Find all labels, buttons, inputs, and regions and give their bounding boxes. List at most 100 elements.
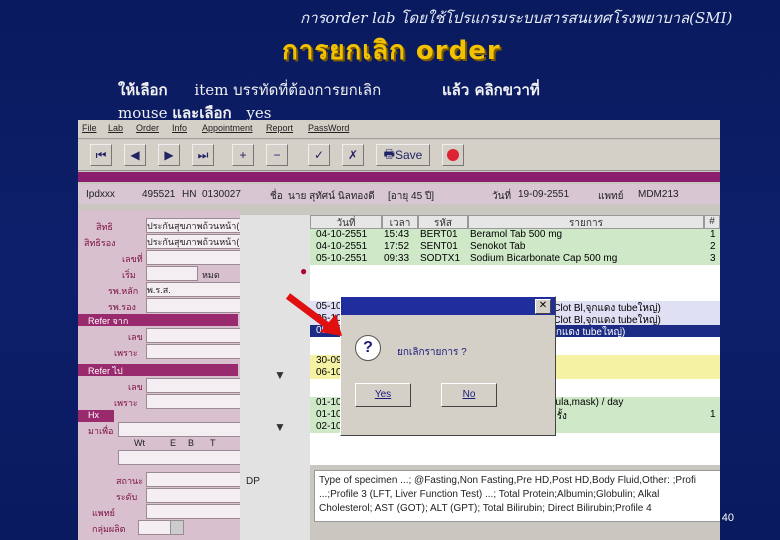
arrow-shaft [285,293,331,329]
row-date: 04-10-2551 [316,229,368,240]
row-item: Beramol Tab 500 mg [470,229,563,240]
check-icon: ✓ [313,148,325,162]
save-label: Save [394,148,423,162]
date-value: 19-09-2551 [518,189,570,200]
row-qty: 1 [710,409,716,420]
menu-appointment[interactable]: Appointment [202,123,253,133]
came-for-field[interactable] [118,422,242,437]
dp-label: DP [246,476,260,487]
number-field[interactable] [146,250,242,265]
toolbar: ⏮ ◀ ▶ ⏭ + − ✓ ✗ 🖶 Save [78,140,720,171]
no-button[interactable]: No [441,383,497,407]
first-record-button[interactable]: ⏮ [90,144,112,166]
row-code: SODTX1 [420,253,461,264]
refer-from-reason-field[interactable] [146,344,242,359]
stop-button[interactable] [442,144,464,166]
red-arrow-icon [285,293,342,336]
label-start: เริ่ม [122,270,136,280]
secondary-right-field[interactable]: ประกันสุขภาพถ้วนหน้า(สปส.) [146,234,242,249]
close-button[interactable]: ✕ [535,299,551,314]
table-row[interactable]: 05-10-2551 09:33 SODTX1 Sodium Bicarbona… [310,253,720,265]
specimen-line-2: ...;Profile 3 (LFT, Liver Function Test)… [319,489,660,500]
vitals-field[interactable] [118,450,242,465]
date-label: วันที่ [492,191,512,202]
minus-icon: − [273,148,281,162]
prev-icon: ◀ [130,148,140,162]
add-button[interactable]: + [232,144,254,166]
menu-file[interactable]: File [82,123,97,133]
menu-password[interactable]: PassWord [308,123,349,133]
table-row[interactable]: 04-10-2551 17:52 SENT01 Senokot Tab 2 [310,241,720,253]
menu-order[interactable]: Order [136,123,159,133]
e-label: E [170,438,177,448]
question-icon: ? [355,335,381,361]
row-code: BERT01 [420,229,458,240]
col-date: วันที่ [310,215,382,229]
refer-to-reason-label: เพราะ [114,398,138,408]
dialog-title-bar: ✕ [341,297,555,315]
start-field[interactable] [146,266,198,281]
arrow-pointer-icon: ● [300,264,308,278]
prev-record-button[interactable]: ◀ [124,144,146,166]
sub-hospital-field[interactable] [146,298,242,313]
edit-button[interactable]: ✓ [308,144,330,166]
delete-button[interactable]: − [266,144,288,166]
patient-prefix: Ipdxxx [86,189,115,200]
specimen-box: Type of specimen ...; @Fasting,Non Fasti… [314,470,720,522]
came-for-label: มาเพื่อ [88,426,114,436]
menu-info[interactable]: Info [172,123,187,133]
patient-age: [อายุ 45 ปี] [388,191,435,202]
main-hospital-field[interactable]: พ.ร.ส. [146,282,242,297]
row-time: 15:43 [384,229,410,240]
level-field[interactable] [146,488,242,503]
yes-button[interactable]: Yes [355,383,411,407]
label-number: เลขที่ [122,254,143,264]
stop-icon [447,149,459,161]
dropdown-arrow-icon-2[interactable]: ▼ [274,420,286,434]
row-time: 09:33 [384,253,410,264]
doctor-value: MDM213 [638,189,679,200]
refer-to-number-field[interactable] [146,378,242,393]
group-dropdown-arrow[interactable] [170,520,184,535]
col-qty: # [704,215,720,229]
label-secondary-right: สิทธิรอง [84,238,116,248]
menu-lab[interactable]: Lab [108,123,123,133]
last-record-button[interactable]: ⏭ [192,144,214,166]
label-right: สิทธิ [96,222,113,232]
row-item: nula,mask) / day [550,397,624,408]
b-label: B [188,438,195,448]
label-main-hospital: รพ.หลัก [108,286,139,296]
printer-icon: 🖶 [383,146,395,161]
refer-to-reason-field[interactable] [146,394,242,409]
row-item: Senokot Tab [470,241,526,252]
specimen-line-3: Cholesterol; AST (GOT); ALT (GPT); Total… [319,503,652,514]
refer-from-header: Refer จาก [78,314,238,326]
instruction-line-1: ให้เลือก item บรรทัดที่ต้องการยกเลิก แล้… [118,78,540,102]
doctor-order-label: แพทย์ [92,508,115,518]
refer-from-number-field[interactable] [146,328,242,343]
doctor-order-field[interactable] [146,504,242,519]
cancel-button[interactable]: ✗ [342,144,364,166]
instr-1b: item บรรทัดที่ต้องการยกเลิก [194,81,382,99]
hn-value: 0130027 [202,189,241,200]
refer-from-number-label: เลข [128,332,143,342]
row-time: 17:52 [384,241,410,252]
doctor-label: แพทย์ [598,191,624,202]
row-code: SENT01 [420,241,458,252]
menu-bar: File Lab Order Info Appointment Report P… [78,120,720,139]
dropdown-arrow-icon[interactable]: ▼ [274,368,286,382]
status-label: สถานะ [116,476,143,486]
right-field[interactable]: ประกันสุขภาพถ้วนหน้า(สปส.) [146,218,242,233]
save-button[interactable]: 🖶 Save [376,144,430,166]
group-label: กลุ่มผลิต [92,524,126,534]
patient-id: 495521 [142,189,176,200]
menu-report[interactable]: Report [266,123,293,133]
next-record-button[interactable]: ▶ [158,144,180,166]
status-field[interactable] [146,472,242,487]
name-label: ชื่อ [270,191,283,202]
row-item: จุกแดง tubeใหญ่) [550,327,626,338]
row-qty: 3 [710,253,716,264]
table-row[interactable]: 04-10-2551 15:43 BERT01 Beramol Tab 500 … [310,229,720,241]
tab-strip [78,172,720,182]
hn-label: HN [182,189,197,200]
